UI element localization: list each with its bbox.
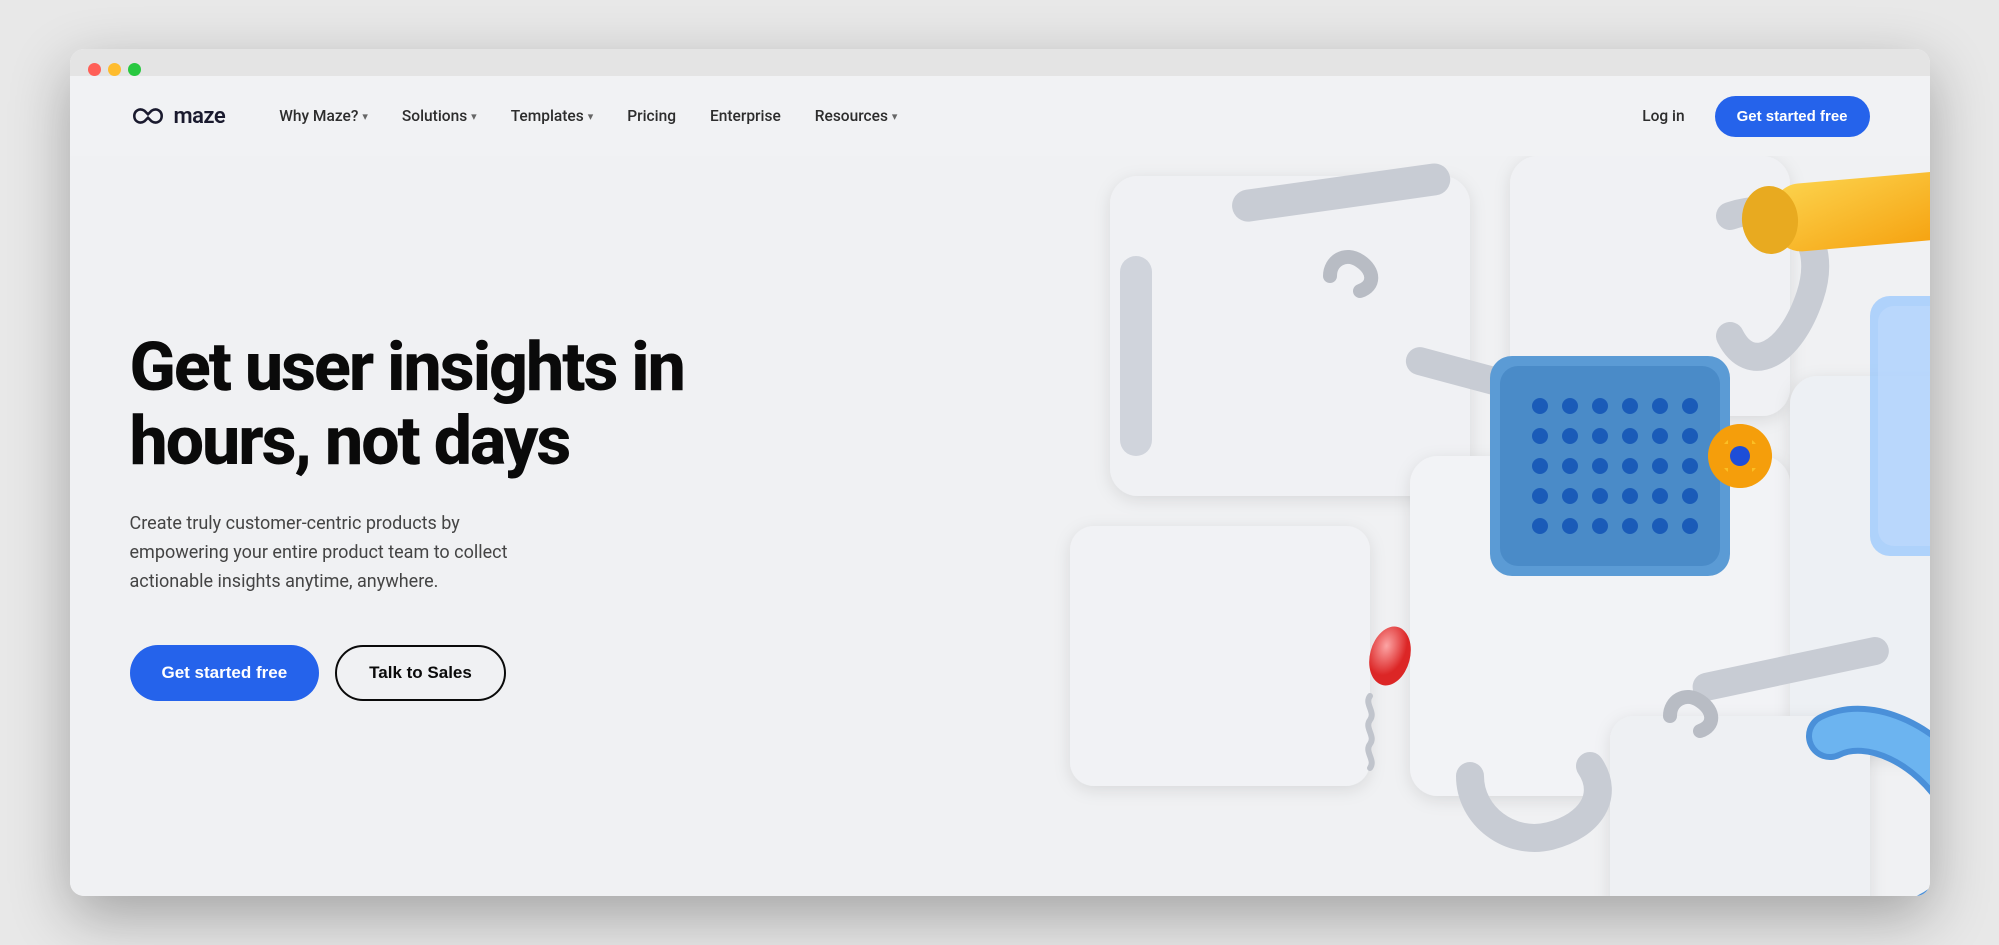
nav-item-resources[interactable]: Resources ▾	[801, 99, 912, 133]
nav-item-enterprise[interactable]: Enterprise	[696, 99, 795, 133]
nav-left: maze Why Maze? ▾ Solutions ▾ Templates ▾	[130, 99, 912, 133]
browser-window: maze Why Maze? ▾ Solutions ▾ Templates ▾	[70, 49, 1930, 896]
chevron-down-icon: ▾	[362, 110, 368, 123]
hero-cta-secondary[interactable]: Talk to Sales	[335, 645, 506, 701]
browser-chrome	[70, 49, 1930, 76]
logo[interactable]: maze	[130, 104, 226, 129]
close-button[interactable]	[88, 63, 101, 76]
hero-cta-primary[interactable]: Get started free	[130, 645, 320, 701]
chevron-down-icon: ▾	[471, 110, 477, 123]
maximize-button[interactable]	[128, 63, 141, 76]
illustration-svg	[910, 156, 1930, 896]
navbar: maze Why Maze? ▾ Solutions ▾ Templates ▾	[70, 76, 1930, 156]
nav-item-solutions[interactable]: Solutions ▾	[388, 99, 491, 133]
nav-item-templates[interactable]: Templates ▾	[497, 99, 608, 133]
nav-cta-button[interactable]: Get started free	[1715, 96, 1870, 137]
hero-content: Get user insights in hours, not days Cre…	[130, 331, 710, 700]
chevron-down-icon: ▾	[588, 110, 594, 123]
nav-item-pricing[interactable]: Pricing	[613, 99, 690, 133]
nav-links: Why Maze? ▾ Solutions ▾ Templates ▾ Pric…	[265, 99, 911, 133]
login-button[interactable]: Log in	[1628, 99, 1698, 133]
hero-title: Get user insights in hours, not days	[130, 331, 710, 478]
logo-text: maze	[174, 104, 226, 129]
nav-right: Log in Get started free	[1628, 96, 1869, 137]
hero-subtitle: Create truly customer-centric products b…	[130, 510, 550, 596]
hero-buttons: Get started free Talk to Sales	[130, 645, 710, 701]
chevron-down-icon: ▾	[892, 110, 898, 123]
maze-logo-icon	[130, 104, 166, 128]
hero-section: Get user insights in hours, not days Cre…	[70, 156, 1930, 896]
traffic-lights	[88, 63, 141, 76]
page-content: maze Why Maze? ▾ Solutions ▾ Templates ▾	[70, 76, 1930, 896]
minimize-button[interactable]	[108, 63, 121, 76]
nav-item-why-maze[interactable]: Why Maze? ▾	[265, 99, 382, 133]
hero-illustration	[910, 156, 1930, 896]
